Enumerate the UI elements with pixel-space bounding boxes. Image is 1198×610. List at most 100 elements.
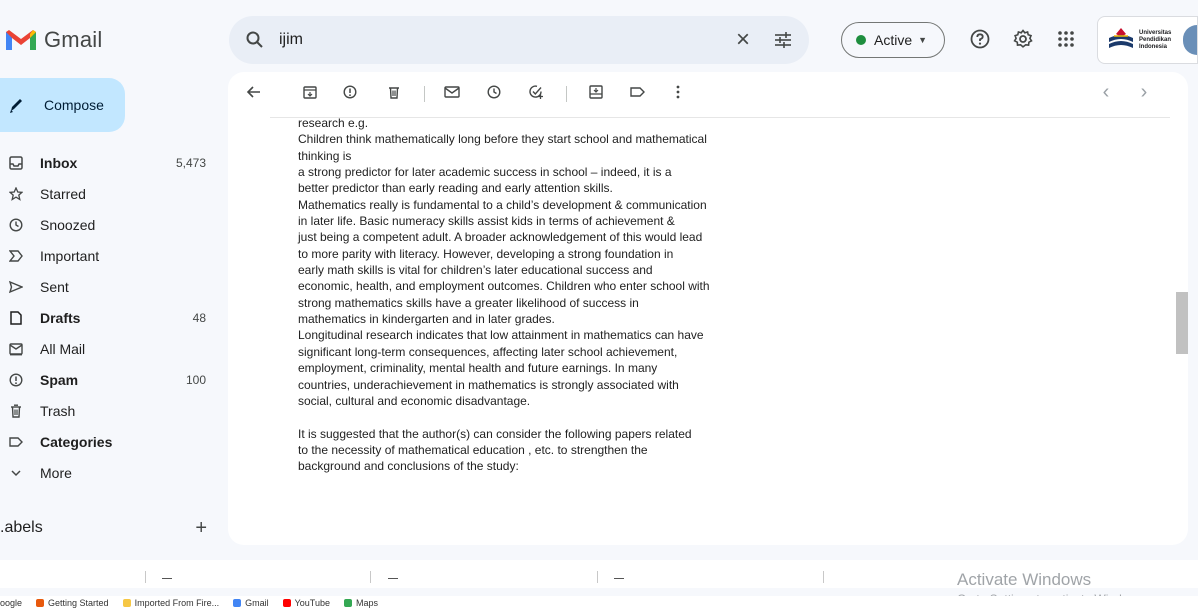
important-icon (8, 248, 24, 264)
firefox-icon (36, 599, 45, 607)
status-label: Active (874, 32, 913, 48)
message-line: thinking is (298, 148, 352, 163)
university-logo-icon (1109, 28, 1133, 48)
bookmark-gmail[interactable]: Gmail (233, 598, 269, 608)
sidebar-item-drafts[interactable]: Drafts 48 (0, 302, 220, 333)
sidebar-item-spam[interactable]: Spam 100 (0, 364, 220, 395)
sidebar-item-snoozed[interactable]: Snoozed (0, 209, 220, 240)
labels-section-header: .abels + (0, 517, 220, 540)
bookmarks-bar: oogle Getting Started Imported From Fire… (0, 596, 1198, 610)
youtube-icon (282, 599, 291, 607)
watermark-title: Activate Windows (957, 570, 1092, 589)
spam-icon (8, 372, 24, 388)
message-line: social, cultural and economic disadvanta… (298, 393, 531, 408)
avatar[interactable] (1183, 25, 1197, 55)
move-to-icon[interactable] (586, 82, 606, 102)
mark-unread-icon[interactable] (442, 82, 462, 102)
message-line: economic, health, and employment outcome… (298, 279, 710, 294)
search-bar[interactable]: ijim × (229, 16, 809, 64)
bookmark-maps[interactable]: Maps (343, 598, 378, 608)
bookmark-getting-started[interactable]: Getting Started (36, 598, 109, 608)
sidebar-item-trash[interactable]: Trash (0, 395, 220, 426)
tune-icon[interactable] (773, 30, 793, 50)
strip-divider (370, 571, 371, 583)
trash-icon (8, 403, 24, 419)
report-spam-icon[interactable] (340, 82, 360, 102)
label-icon[interactable] (628, 82, 648, 102)
message-line: in later life. Basic numeracy skills ass… (298, 214, 675, 229)
caret-down-icon: ▼ (918, 35, 928, 45)
message-line: just being a competent adult. A broader … (298, 230, 703, 245)
gmail-m-icon (6, 30, 36, 50)
strip-dash (614, 578, 624, 579)
sidebar-item-label: Trash (40, 402, 76, 419)
delete-icon[interactable] (384, 82, 404, 102)
message-line: mathematics in kindergarten and in later… (298, 312, 555, 327)
message-line: strong mathematics skills have a greater… (298, 295, 639, 310)
gmail-wordmark: Gmail (44, 27, 103, 52)
message-line (298, 409, 768, 425)
scrollbar-thumb[interactable] (1176, 292, 1188, 354)
more-icon[interactable] (668, 82, 688, 102)
maps-icon (343, 599, 352, 607)
message-pane: ‹ › research e.g. Children think mathema… (228, 72, 1188, 545)
bookmark-google[interactable]: oogle (0, 598, 22, 608)
draft-count: 48 (192, 310, 206, 325)
strip-dash (388, 578, 398, 579)
strip-divider (823, 571, 824, 583)
message-line: early math skills is vital for children’… (298, 263, 653, 278)
search-input[interactable]: ijim (279, 31, 731, 49)
message-line: employment, criminality, mental health a… (298, 361, 658, 376)
sidebar-item-all-mail[interactable]: All Mail (0, 333, 220, 364)
apps-icon[interactable] (1055, 28, 1077, 50)
toolbar-divider (424, 86, 425, 102)
gmail-logo[interactable]: Gmail (0, 22, 102, 58)
sidebar-item-label: Snoozed (40, 216, 96, 233)
labels-title: .abels (0, 519, 43, 536)
sidebar-item-label: Spam (40, 371, 79, 388)
sidebar-item-important[interactable]: Important (0, 240, 220, 271)
status-dropdown[interactable]: Active ▼ (841, 22, 945, 58)
message-line: Longitudinal research indicates that low… (298, 328, 704, 343)
status-dot (856, 35, 866, 45)
message-line: to more parity with literacy. However, d… (298, 246, 674, 261)
bookmark-imported[interactable]: Imported From Fire... (122, 598, 219, 608)
sidebar-item-label: Starred (40, 185, 86, 202)
close-icon[interactable]: × (731, 28, 755, 52)
spam-count: 100 (185, 372, 206, 387)
settings-icon[interactable] (1012, 28, 1034, 50)
message-line: research e.g. (298, 116, 369, 130)
message-line: Mathematics really is fundamental to a c… (298, 197, 707, 212)
search-icon[interactable] (245, 30, 265, 50)
message-line: significant long-term consequences, affe… (298, 344, 678, 359)
back-icon[interactable] (244, 82, 264, 102)
send-icon (8, 279, 24, 295)
message-line: to the necessity of mathematical educati… (298, 442, 648, 457)
add-task-icon[interactable] (526, 82, 546, 102)
sidebar-item-label: Inbox (40, 154, 78, 171)
message-line: It is suggested that the author(s) can c… (298, 426, 692, 441)
sidebar-item-label: All Mail (40, 340, 86, 357)
bookmark-youtube[interactable]: YouTube (282, 598, 330, 608)
sidebar-item-categories[interactable]: Categories (0, 426, 220, 457)
prev-page-button[interactable]: ‹ (1096, 81, 1116, 103)
compose-button[interactable]: Compose (0, 78, 125, 132)
all-mail-icon (8, 341, 24, 357)
snooze-icon[interactable] (484, 82, 504, 102)
help-icon[interactable] (969, 28, 991, 50)
sidebar-item-label: Categories (40, 433, 113, 450)
unread-count: 5,473 (175, 155, 206, 170)
sidebar-item-sent[interactable]: Sent (0, 271, 220, 302)
message-line: better predictor than early reading and … (298, 181, 613, 196)
plus-icon[interactable]: + (195, 517, 207, 540)
archive-icon[interactable] (300, 82, 320, 102)
sidebar-item-starred[interactable]: Starred (0, 178, 220, 209)
bookmark-label: oogle (0, 598, 23, 608)
message-line: a strong predictor for later academic su… (298, 165, 672, 180)
message-toolbar: ‹ › (228, 72, 1188, 118)
sidebar-item-inbox[interactable]: Inbox 5,473 (0, 147, 220, 178)
sidebar-item-more[interactable]: More (0, 457, 220, 488)
next-page-button[interactable]: › (1134, 81, 1154, 103)
account-switcher[interactable]: Universitas Pendidikan Indonesia (1097, 16, 1198, 64)
draft-icon (8, 310, 24, 326)
